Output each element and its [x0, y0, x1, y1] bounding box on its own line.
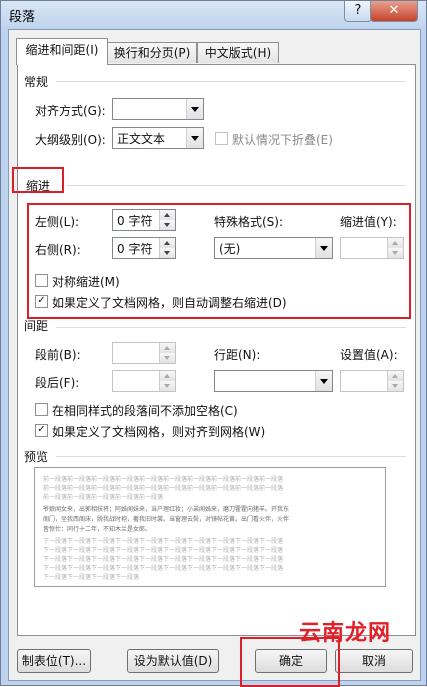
set-default-button[interactable]: 设为默认值(D) — [127, 649, 219, 673]
spin-up-icon[interactable] — [387, 371, 403, 381]
watermark: 云南龙网 — [299, 621, 392, 646]
no-space-same-style-checkbox[interactable] — [35, 403, 48, 416]
dialog-body: 缩进和间距(I) 换行和分页(P) 中文版式(H) 常规 对齐方式(G): 大纲… — [8, 29, 421, 687]
preview-line: 下一段落下一段落下一段落下一段落下一段落下一段落下一段落下一段落下一段落下一段落 — [43, 556, 284, 563]
preview-heading: 预览 — [24, 450, 49, 464]
indent-divider — [66, 185, 406, 186]
line-spacing-label: 行距(N): — [214, 348, 261, 362]
space-after-input[interactable] — [112, 370, 176, 392]
spin-down-icon[interactable] — [159, 353, 175, 363]
snap-to-grid-label: 如果定义了文档网格，则对齐到网格(W) — [52, 425, 266, 439]
collapse-label: 默认情况下折叠(E) — [232, 133, 333, 147]
paragraph-dialog: 段落 ? ✕ 缩进和间距(I) 换行和分页(P) 中文版式(H) 常规 对齐方式… — [0, 0, 427, 687]
indent-section-highlight — [27, 203, 411, 319]
tab-line-page-breaks[interactable]: 换行和分页(P) — [107, 42, 197, 63]
preview-line: 皆惊忙：同行十二年，不知木兰是女郎。 — [43, 526, 152, 533]
spin-down-icon[interactable] — [159, 381, 175, 391]
preview-divider — [56, 456, 406, 457]
indent-heading-highlight — [12, 167, 64, 193]
preview-line: 前一段落前一段落前一段落前一段落前一段落 — [43, 494, 164, 501]
help-button[interactable]: ? — [344, 1, 372, 22]
preview-line: 阁门，坐我西阁床，脱我战时袍，著我旧时裳。当窗理云鬓，对镜帖花黄。出门看火伴，火… — [43, 516, 290, 523]
tab-indents-spacing[interactable]: 缩进和间距(I) — [16, 38, 108, 65]
general-divider — [56, 81, 406, 82]
tabs-button[interactable]: 制表位(T)... — [17, 649, 91, 673]
space-before-input[interactable] — [112, 342, 176, 364]
collapse-checkbox[interactable] — [215, 132, 228, 145]
spacing-at-input[interactable] — [340, 370, 404, 392]
spacing-divider — [56, 327, 406, 328]
spin-up-icon[interactable] — [159, 343, 175, 353]
line-spacing-select[interactable] — [214, 370, 333, 392]
outline-level-value: 正文文本 — [117, 132, 166, 146]
chevron-down-icon[interactable] — [315, 371, 332, 391]
space-after-label: 段后(F): — [35, 376, 80, 390]
spin-up-icon[interactable] — [159, 371, 175, 381]
preview-line: 前一段落前一段落前一段落前一段落前一段落前一段落前一段落前一段落前一段落前一段落 — [43, 485, 284, 492]
preview-line: 爷娘闻女来，出郭相扶将；阿姊闻妹来，当户理红妆；小弟闻姊来，磨刀霍霍向猪羊。开我… — [43, 506, 290, 513]
alignment-select[interactable] — [112, 98, 204, 120]
title-bar[interactable]: 段落 ? ✕ — [1, 1, 426, 27]
space-before-label: 段前(B): — [35, 348, 81, 362]
preview-line: 下一段落下一段落下一段落下一段落 — [43, 574, 140, 581]
alignment-label: 对齐方式(G): — [35, 104, 106, 118]
cancel-button[interactable]: 取消 — [335, 649, 413, 673]
chevron-down-icon[interactable] — [186, 99, 203, 119]
preview-line: 前一段落前一段落前一段落前一段落前一段落前一段落前一段落前一段落前一段落前一段落 — [43, 476, 284, 483]
no-space-same-style-label: 在相同样式的段落间不添加空格(C) — [52, 404, 238, 418]
preview-line: 下一段落下一段落下一段落下一段落下一段落下一段落下一段落下一段落下一段落下一段落 — [43, 565, 284, 572]
tab-panel: 常规 对齐方式(G): 大纲级别(O): 正文文本 默认情况下折叠(E) 缩进 … — [12, 64, 416, 636]
spacing-at-label: 设置值(A): — [340, 348, 398, 362]
preview-box: 前一段落前一段落前一段落前一段落前一段落前一段落前一段落前一段落前一段落前一段落… — [34, 467, 386, 587]
snap-to-grid-checkbox[interactable]: ✓ — [35, 424, 48, 437]
spacing-heading: 间距 — [24, 319, 49, 333]
general-heading: 常规 — [24, 75, 49, 89]
preview-line: 下一段落下一段落下一段落下一段落下一段落下一段落下一段落下一段落下一段落下一段落 — [43, 547, 284, 554]
chevron-down-icon[interactable] — [186, 128, 203, 148]
outline-level-label: 大纲级别(O): — [35, 133, 106, 147]
dialog-title: 段落 — [9, 10, 36, 25]
close-button[interactable]: ✕ — [370, 1, 418, 22]
outline-level-select[interactable]: 正文文本 — [112, 127, 204, 149]
spin-down-icon[interactable] — [387, 381, 403, 391]
tab-asian-typography[interactable]: 中文版式(H) — [197, 42, 279, 63]
preview-line: 下一段落下一段落下一段落下一段落下一段落下一段落下一段落下一段落下一段落下一段落 — [43, 538, 284, 545]
